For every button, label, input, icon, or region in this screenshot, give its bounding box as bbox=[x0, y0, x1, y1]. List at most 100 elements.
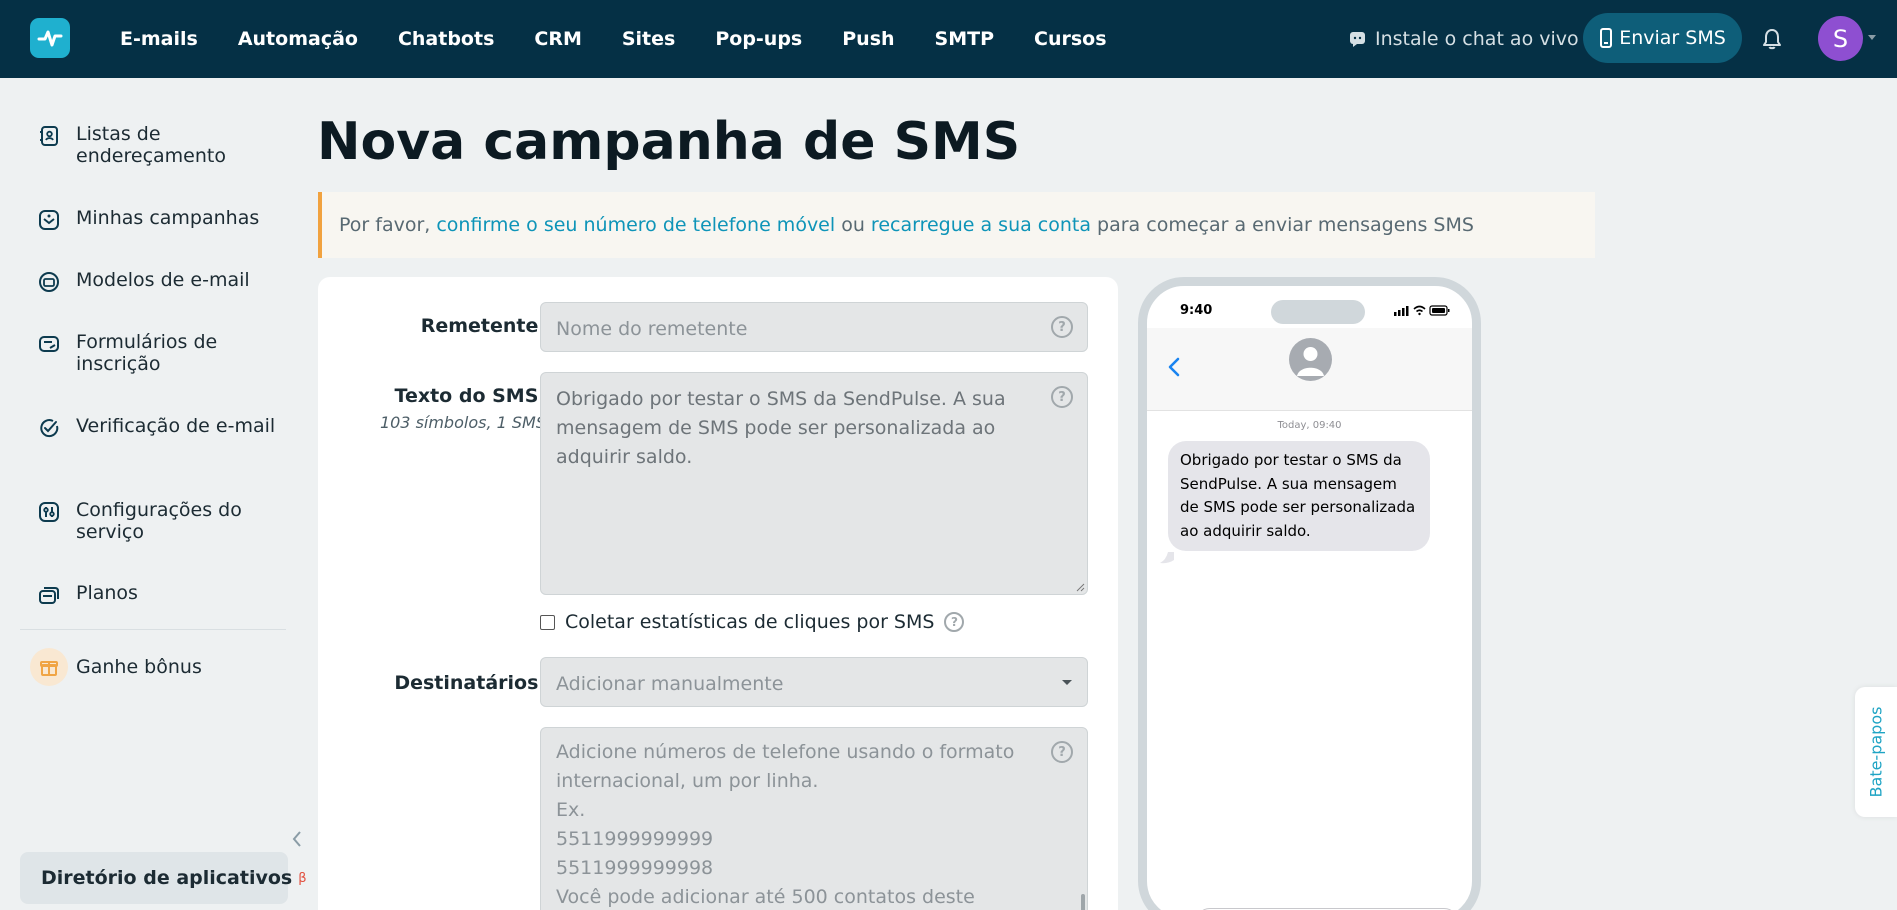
phone-conversation-header bbox=[1147, 328, 1472, 411]
textarea-scrollbar[interactable] bbox=[1081, 894, 1085, 910]
recipients-select-value: Adicionar manualmente bbox=[556, 673, 784, 695]
phone-status-bar: 9:40 bbox=[1147, 286, 1472, 328]
back-chevron-icon[interactable] bbox=[1167, 356, 1181, 378]
recipients-placeholder: Adicione números de telefone usando o fo… bbox=[556, 738, 1043, 910]
sender-name-input[interactable]: Nome do remetente ? bbox=[540, 302, 1088, 352]
nav-cursos[interactable]: Cursos bbox=[1014, 28, 1127, 50]
recipients-placeholder-line: Ex. bbox=[556, 799, 586, 821]
dropdown-caret-icon bbox=[1062, 680, 1072, 685]
contact-book-icon bbox=[40, 126, 58, 146]
apps-directory-label: Diretório de aplicativos bbox=[41, 867, 293, 889]
subscription-form-icon bbox=[39, 336, 59, 352]
bubble-tail bbox=[1160, 552, 1174, 564]
signal-wifi-battery-icon bbox=[1394, 305, 1450, 316]
help-icon[interactable]: ? bbox=[944, 612, 965, 632]
main-nav: E-mails Automação Chatbots CRM Sites Pop… bbox=[100, 0, 1127, 78]
nav-popups[interactable]: Pop-ups bbox=[695, 28, 822, 50]
notice-suffix: para começar a enviar mensagens SMS bbox=[1097, 214, 1474, 236]
nav-smtp[interactable]: SMTP bbox=[915, 28, 1014, 50]
sidebar-item-label: Modelos de e-mail bbox=[76, 269, 250, 291]
sidebar-item-subscription-forms[interactable]: Formulários de inscrição bbox=[38, 331, 288, 375]
message-timestamp: Today, 09:40 bbox=[1277, 420, 1342, 431]
click-stats-row: Coletar estatísticas de cliques por SMS … bbox=[540, 611, 965, 633]
recharge-account-link[interactable]: recarregue a sua conta bbox=[871, 214, 1091, 236]
nav-push[interactable]: Push bbox=[822, 28, 914, 50]
sidebar-divider bbox=[20, 629, 286, 630]
sidebar-item-mailing-lists[interactable]: Listas de endereçamento bbox=[38, 123, 288, 167]
gift-icon bbox=[30, 648, 68, 686]
sms-message-bubble: Obrigado por testar o SMS da SendPulse. … bbox=[1168, 441, 1430, 551]
top-navigation: E-mails Automação Chatbots CRM Sites Pop… bbox=[0, 0, 1897, 78]
service-settings-icon bbox=[39, 502, 59, 522]
recipients-placeholder-line: Você pode adicionar até 500 contatos des… bbox=[556, 886, 975, 908]
sms-campaign-form: Remetente: Nome do remetente ? Texto do … bbox=[318, 277, 1118, 910]
phone-time: 9:40 bbox=[1180, 303, 1213, 318]
beta-badge: β bbox=[298, 870, 307, 886]
sidebar-item-label: Ganhe bônus bbox=[76, 656, 202, 678]
click-stats-label[interactable]: Coletar estatísticas de cliques por SMS bbox=[565, 611, 934, 633]
install-live-chat-link[interactable]: Instale o chat ao vivo bbox=[1349, 0, 1579, 78]
notice-middle: ou bbox=[841, 214, 865, 236]
sidebar-item-label: Minhas campanhas bbox=[76, 207, 260, 229]
phone-notch bbox=[1271, 300, 1365, 324]
apps-directory-button[interactable]: Diretório de aplicativos β bbox=[20, 852, 307, 904]
sidebar-item-plans[interactable]: Planos bbox=[38, 582, 288, 606]
mobile-phone-icon bbox=[1600, 28, 1613, 48]
contact-avatar-icon bbox=[1289, 338, 1332, 381]
help-icon[interactable]: ? bbox=[1051, 741, 1073, 763]
chats-side-tab[interactable]: Bate-papos bbox=[1855, 687, 1897, 817]
page-title: Nova campanha de SMS bbox=[317, 112, 1021, 172]
recipients-placeholder-line: 5511999999999 bbox=[556, 828, 714, 850]
sidebar-item-email-verification[interactable]: Verificação de e-mail bbox=[38, 415, 288, 439]
sidebar-item-service-settings[interactable]: Configurações do serviço bbox=[38, 499, 288, 543]
recipients-placeholder-line: Adicione números de telefone usando o fo… bbox=[556, 741, 1015, 763]
sms-counter: 103 símbolos, 1 SMS bbox=[379, 413, 546, 432]
sidebar-item-label: Planos bbox=[76, 582, 138, 604]
nav-crm[interactable]: CRM bbox=[514, 28, 601, 50]
sidebar-item-email-templates[interactable]: Modelos de e-mail bbox=[38, 269, 288, 293]
recipients-placeholder-line: internacional, um por linha. bbox=[556, 770, 819, 792]
nav-emails[interactable]: E-mails bbox=[100, 28, 218, 50]
resize-handle-icon[interactable] bbox=[1075, 582, 1085, 592]
click-stats-checkbox[interactable] bbox=[540, 614, 555, 630]
sidebar-item-bonus[interactable]: Ganhe bônus bbox=[30, 648, 288, 686]
user-avatar[interactable]: S bbox=[1818, 16, 1863, 61]
sms-phone-preview: 9:40 Today, 09:40 Obrigado por testar o … bbox=[1138, 277, 1481, 910]
chat-live-label: Instale o chat ao vivo bbox=[1375, 28, 1579, 50]
plans-icon bbox=[39, 587, 59, 604]
account-notice: Por favor, confirme o seu número de tele… bbox=[318, 192, 1595, 258]
nav-chatbots[interactable]: Chatbots bbox=[378, 28, 514, 50]
notice-prefix: Por favor, bbox=[339, 214, 431, 236]
sms-text-value: Obrigado por testar o SMS da SendPulse. … bbox=[556, 388, 1006, 468]
sms-text-textarea[interactable]: Obrigado por testar o SMS da SendPulse. … bbox=[540, 372, 1088, 595]
help-icon[interactable]: ? bbox=[1051, 386, 1073, 408]
nav-sites[interactable]: Sites bbox=[602, 28, 695, 50]
chats-tab-label: Bate-papos bbox=[1866, 706, 1886, 798]
send-sms-button[interactable]: Enviar SMS bbox=[1583, 13, 1742, 63]
sender-label: Remetente: bbox=[420, 315, 546, 337]
notifications-bell-icon[interactable] bbox=[1759, 26, 1785, 52]
sidebar-item-label: Verificação de e-mail bbox=[76, 415, 276, 437]
nav-automacao[interactable]: Automação bbox=[218, 28, 378, 50]
help-icon[interactable]: ? bbox=[1051, 316, 1073, 338]
chat-bubble-icon bbox=[1350, 31, 1365, 47]
sendpulse-logo[interactable] bbox=[30, 18, 70, 58]
pulse-logo-icon bbox=[37, 30, 63, 47]
sms-text-label: Texto do SMS: bbox=[394, 385, 546, 407]
recipients-select[interactable]: Adicionar manualmente bbox=[540, 657, 1088, 707]
recipients-numbers-textarea[interactable]: Adicione números de telefone usando o fo… bbox=[540, 727, 1088, 910]
send-sms-label: Enviar SMS bbox=[1619, 27, 1726, 49]
sidebar-item-my-campaigns[interactable]: Minhas campanhas bbox=[38, 207, 288, 231]
sender-placeholder: Nome do remetente bbox=[556, 318, 748, 340]
recipients-placeholder-line: 5511999999998 bbox=[556, 857, 714, 879]
confirm-phone-link[interactable]: confirme o seu número de telefone móvel bbox=[436, 214, 835, 236]
collapse-sidebar-chevron-icon[interactable] bbox=[290, 829, 304, 849]
campaigns-icon bbox=[39, 210, 59, 230]
sidebar-item-label: Listas de endereçamento bbox=[76, 123, 226, 167]
email-template-icon bbox=[39, 272, 59, 292]
chevron-down-icon[interactable] bbox=[1868, 35, 1876, 40]
email-verification-icon bbox=[40, 419, 59, 438]
sidebar-item-label: Configurações do serviço bbox=[76, 499, 242, 543]
sidebar-item-label: Formulários de inscrição bbox=[76, 331, 218, 375]
recipients-label: Destinatários: bbox=[394, 672, 546, 694]
